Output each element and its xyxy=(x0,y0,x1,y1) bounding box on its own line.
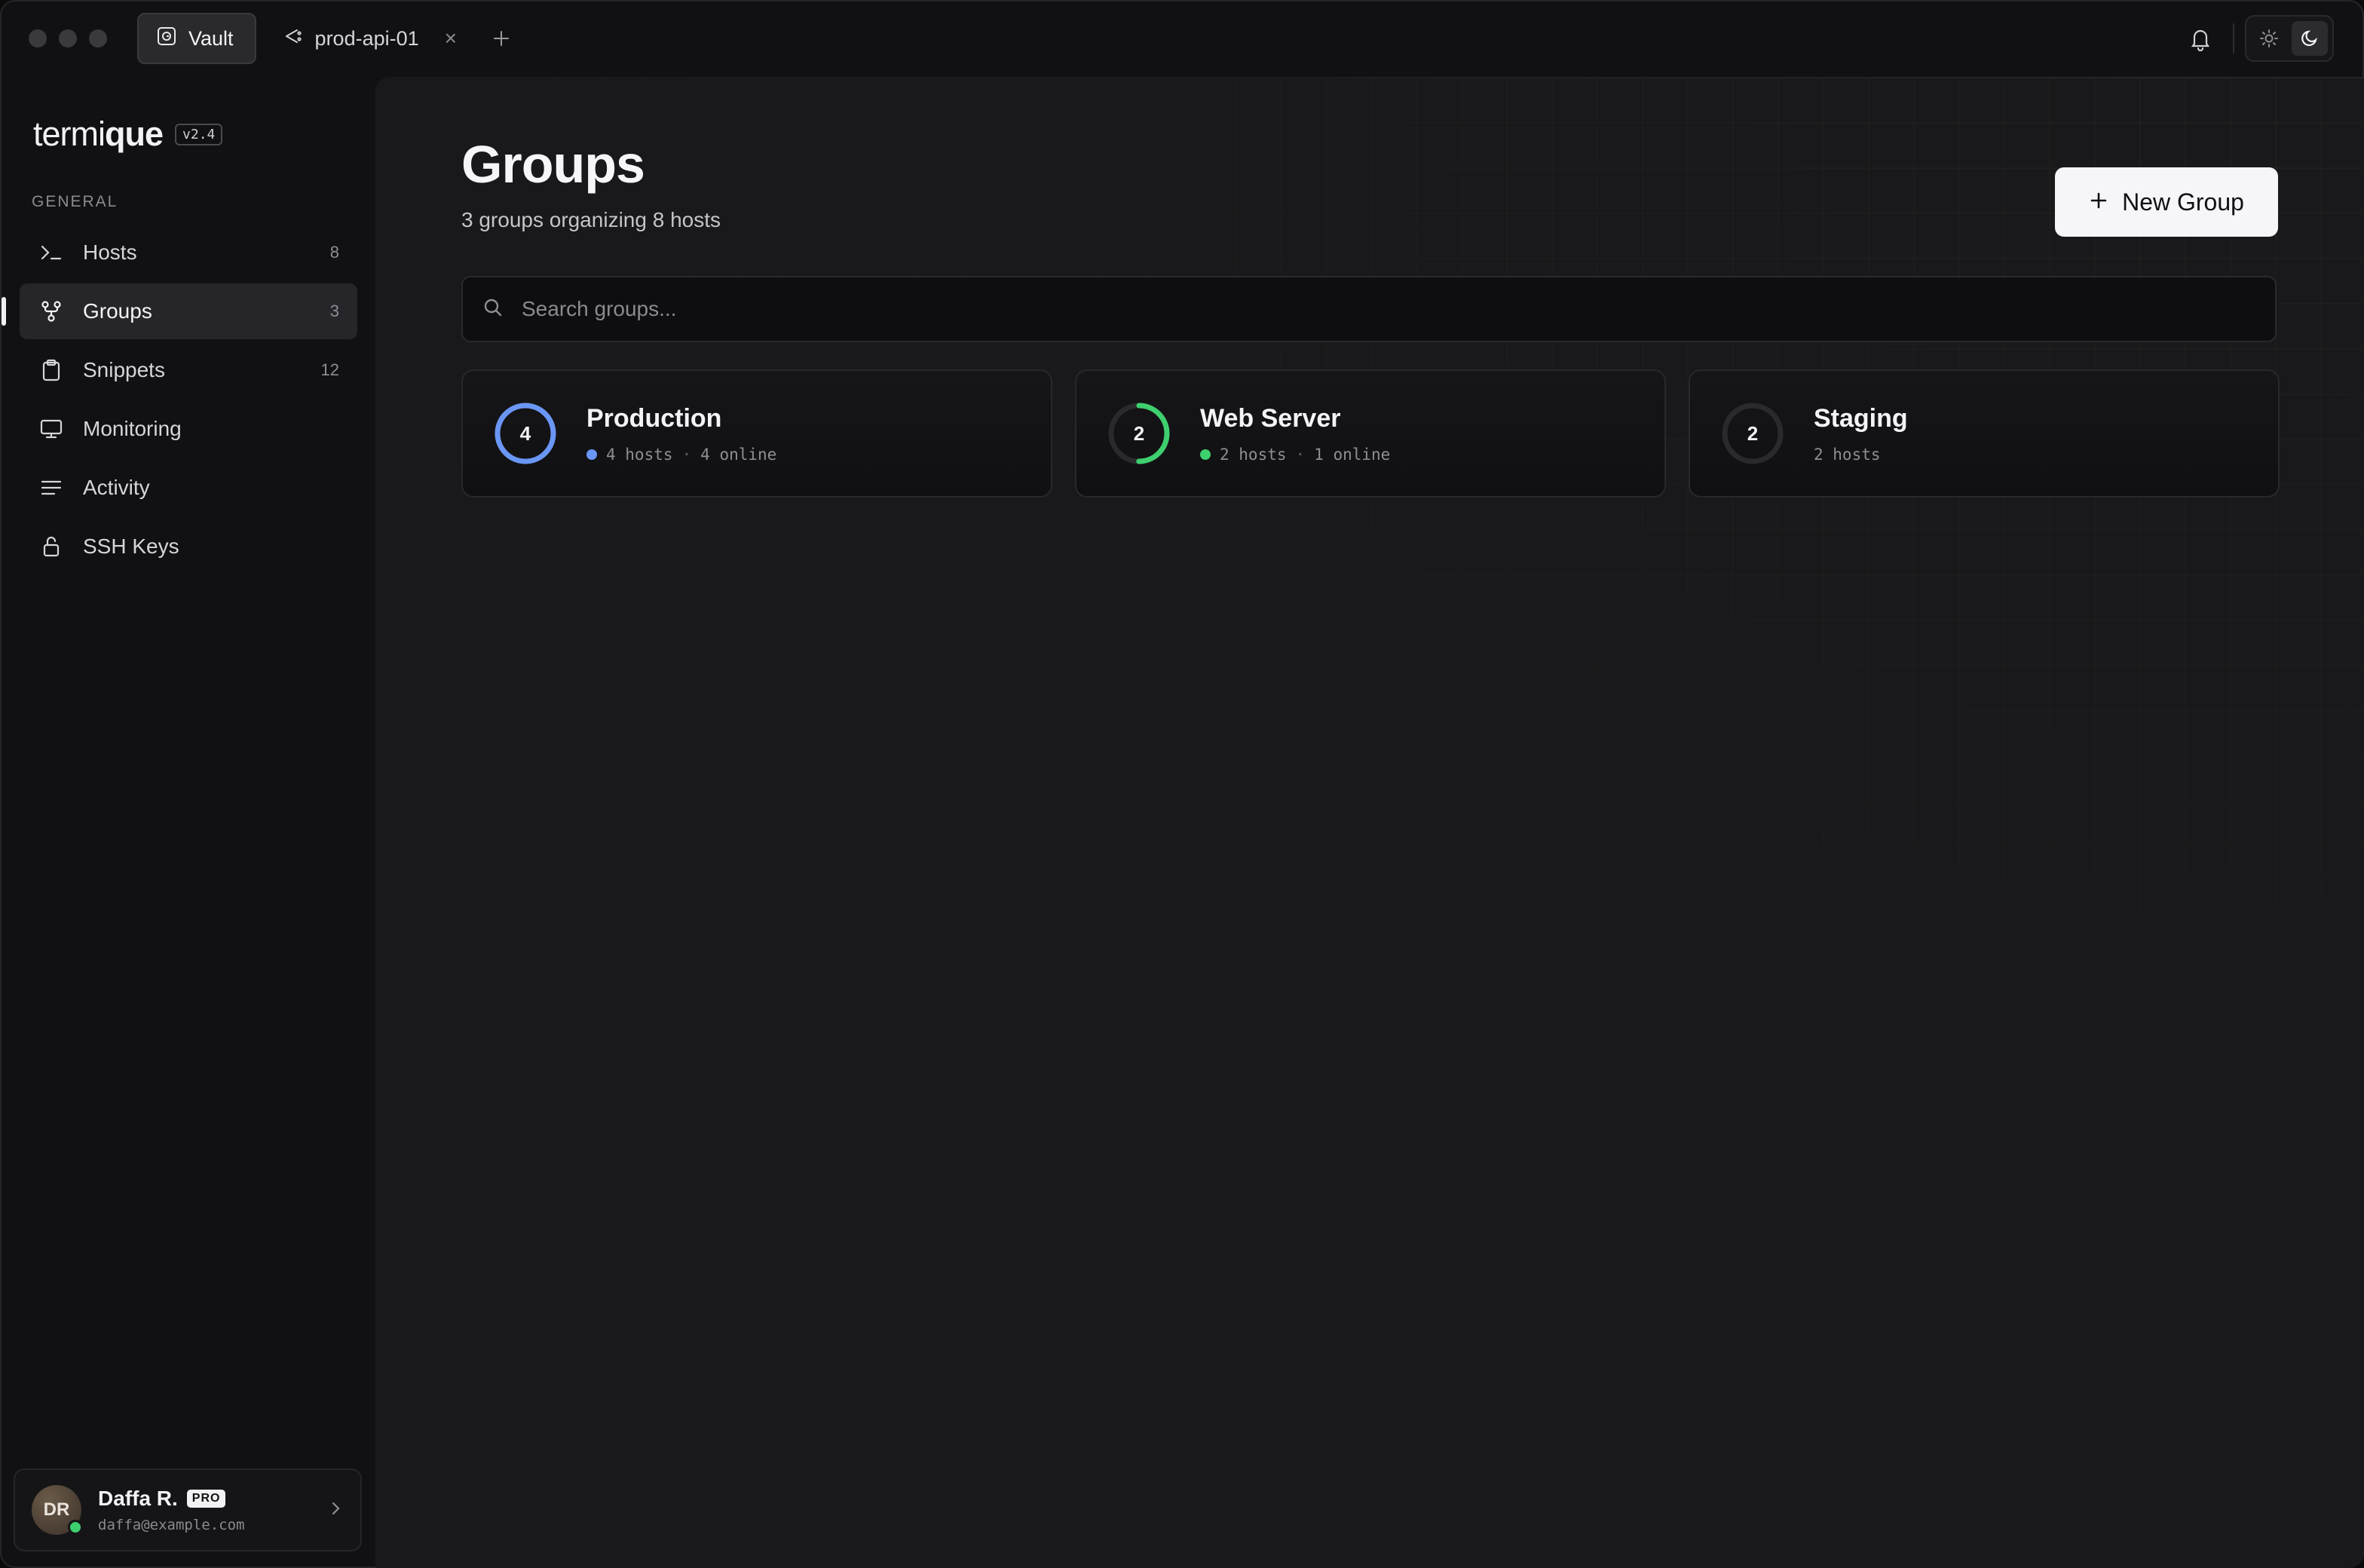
group-hosts: 2 hosts xyxy=(1220,445,1287,464)
notifications-bell-icon[interactable] xyxy=(2188,26,2213,51)
sidebar-item-count: 3 xyxy=(329,302,339,320)
search-icon xyxy=(482,297,504,322)
page-title: Groups xyxy=(461,135,645,194)
sidebar-item-label: Hosts xyxy=(83,240,137,264)
chevron-right-icon[interactable] xyxy=(327,1500,344,1521)
meta-separator: · xyxy=(681,445,692,464)
status-dot xyxy=(1200,449,1211,460)
section-label-general: GENERAL xyxy=(32,193,118,210)
group-info: Web Server 2 hosts · 1 online xyxy=(1200,404,1390,464)
host-count-ring: 2 xyxy=(1720,401,1785,466)
search-input[interactable] xyxy=(520,296,2255,322)
user-info: Daffa R. PRO daffa@example.com xyxy=(98,1487,244,1533)
sidebar-item-count: 8 xyxy=(329,243,339,262)
pro-badge: PRO xyxy=(186,1490,226,1508)
sidebar-item-label: Monitoring xyxy=(83,417,182,440)
group-info: Staging 2 hosts xyxy=(1814,404,1908,464)
close-tab-icon[interactable]: × xyxy=(445,28,457,49)
host-count-ring: 2 xyxy=(1107,401,1171,466)
group-card-production[interactable]: 4 Production 4 hosts · 4 online xyxy=(461,369,1052,498)
group-info: Production 4 hosts · 4 online xyxy=(586,404,776,464)
sidebar-item-label: SSH Keys xyxy=(83,534,179,558)
search-bar xyxy=(461,276,2277,342)
group-cards: 4 Production 4 hosts · 4 online 2 Web Se… xyxy=(461,369,2280,498)
sidebar-item-activity[interactable]: Activity xyxy=(20,460,357,516)
online-status-dot xyxy=(68,1520,83,1535)
plus-icon xyxy=(2089,188,2108,216)
new-group-button[interactable]: New Group xyxy=(2055,167,2278,237)
ssh-terminal-icon xyxy=(283,26,303,51)
user-name-row: Daffa R. PRO xyxy=(98,1487,244,1511)
minimize-window-button[interactable] xyxy=(59,29,77,47)
dark-theme-moon-icon[interactable] xyxy=(2292,21,2328,56)
status-dot xyxy=(586,449,597,460)
group-online: 4 online xyxy=(700,445,777,464)
sidebar: termique v2.4 GENERAL Hosts 8 Groups 3 S… xyxy=(0,77,375,1568)
sidebar-item-label: Activity xyxy=(83,476,150,499)
branch-icon xyxy=(38,298,65,325)
titlebar-actions xyxy=(2188,15,2334,62)
group-name: Web Server xyxy=(1200,403,1341,433)
host-count: 2 xyxy=(1747,421,1759,445)
brand-name: termique xyxy=(33,115,164,153)
sidebar-item-label: Groups xyxy=(83,299,152,323)
new-group-label: New Group xyxy=(2122,188,2244,216)
sidebar-item-hosts[interactable]: Hosts 8 xyxy=(20,225,357,280)
clipboard-icon xyxy=(38,357,65,384)
sidebar-item-ssh-keys[interactable]: SSH Keys xyxy=(20,519,357,574)
titlebar-divider xyxy=(2233,23,2234,54)
host-count-ring: 4 xyxy=(493,401,558,466)
app-window: Vault prod-api-01 × termique v2.4 GENERA… xyxy=(0,0,2364,1568)
tab-prod-api-01-label: prod-api-01 xyxy=(314,26,419,50)
sidebar-item-snippets[interactable]: Snippets 12 xyxy=(20,342,357,398)
group-hosts: 2 hosts xyxy=(1814,445,1881,464)
tab-vault[interactable]: Vault xyxy=(137,13,256,64)
sidebar-item-count: 12 xyxy=(320,360,339,379)
group-name: Staging xyxy=(1814,403,1908,433)
group-card-web-server[interactable]: 2 Web Server 2 hosts · 1 online xyxy=(1075,369,1666,498)
page-subtitle: 3 groups organizing 8 hosts xyxy=(461,208,721,231)
group-meta: 2 hosts · 1 online xyxy=(1200,446,1390,464)
title-bar: Vault prod-api-01 × xyxy=(0,0,2364,77)
group-name: Production xyxy=(586,403,722,433)
group-card-staging[interactable]: 2 Staging 2 hosts xyxy=(1689,369,2280,498)
sidebar-item-monitoring[interactable]: Monitoring xyxy=(20,401,357,457)
host-count: 2 xyxy=(1133,421,1145,445)
monitor-icon xyxy=(38,415,65,443)
app-logo: termique v2.4 xyxy=(33,115,223,154)
main-content: Groups 3 groups organizing 8 hosts New G… xyxy=(375,77,2364,1568)
host-count: 4 xyxy=(519,421,531,445)
avatar: DR xyxy=(32,1485,83,1535)
terminal-prompt-icon xyxy=(38,239,65,266)
user-name: Daffa R. xyxy=(98,1487,178,1510)
tab-vault-label: Vault xyxy=(188,26,234,50)
sidebar-item-groups[interactable]: Groups 3 xyxy=(2,283,357,339)
user-email: daffa@example.com xyxy=(98,1517,245,1533)
group-online: 1 online xyxy=(1314,445,1391,464)
vault-icon xyxy=(157,26,176,51)
group-meta: 2 hosts xyxy=(1814,446,1908,464)
theme-toggle xyxy=(2245,15,2334,62)
sidebar-nav: Hosts 8 Groups 3 Snippets 12 Monitoring … xyxy=(2,225,357,577)
window-controls xyxy=(29,29,107,47)
meta-separator: · xyxy=(1295,445,1306,464)
close-window-button[interactable] xyxy=(29,29,47,47)
group-meta: 4 hosts · 4 online xyxy=(586,446,776,464)
list-lines-icon xyxy=(38,474,65,501)
light-theme-sun-icon[interactable] xyxy=(2251,21,2287,56)
lock-icon xyxy=(38,533,65,560)
maximize-window-button[interactable] xyxy=(89,29,107,47)
sidebar-item-label: Snippets xyxy=(83,358,165,381)
version-badge: v2.4 xyxy=(175,123,223,145)
tab-prod-api-01[interactable]: prod-api-01 × xyxy=(271,14,469,63)
user-profile-card[interactable]: DR Daffa R. PRO daffa@example.com xyxy=(14,1468,362,1551)
new-tab-button[interactable] xyxy=(491,29,511,48)
group-hosts: 4 hosts xyxy=(606,445,673,464)
